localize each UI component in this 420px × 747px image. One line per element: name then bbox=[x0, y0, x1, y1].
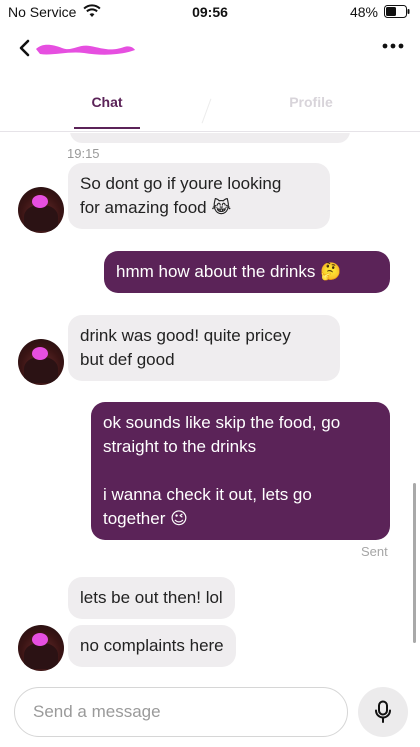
active-tab-indicator bbox=[74, 127, 140, 129]
microphone-button[interactable] bbox=[358, 687, 408, 737]
message-list[interactable]: 19:15 So dont go if youre looking for am… bbox=[0, 133, 420, 683]
tab-bar: Chat Profile bbox=[0, 76, 420, 132]
microphone-icon bbox=[375, 700, 391, 723]
message-composer bbox=[0, 683, 420, 747]
chat-header bbox=[0, 24, 420, 76]
message-timestamp: 19:15 bbox=[67, 146, 100, 161]
tab-profile[interactable]: Profile bbox=[278, 94, 344, 110]
status-bar: No Service 09:56 48% bbox=[0, 0, 420, 24]
scrollbar[interactable] bbox=[413, 483, 416, 643]
sent-status: Sent bbox=[361, 544, 388, 559]
incoming-message: no complaints here bbox=[68, 625, 236, 667]
contact-avatar[interactable] bbox=[18, 187, 64, 233]
tab-chat[interactable]: Chat bbox=[74, 94, 140, 110]
previous-message-bubble bbox=[70, 133, 350, 143]
message-input[interactable] bbox=[14, 687, 348, 737]
battery-icon bbox=[384, 5, 410, 18]
outgoing-message: hmm how about the drinks 🤔 bbox=[104, 251, 390, 293]
contact-avatar[interactable] bbox=[18, 625, 64, 671]
incoming-message: drink was good! quite pricey but def goo… bbox=[68, 315, 340, 381]
contact-name-redacted bbox=[32, 40, 138, 58]
incoming-message: lets be out then! lol bbox=[68, 577, 235, 619]
tab-divider bbox=[201, 98, 212, 124]
more-options-button[interactable] bbox=[380, 34, 406, 58]
more-horizontal-icon bbox=[382, 43, 404, 49]
outgoing-message: ok sounds like skip the food, go straigh… bbox=[91, 402, 390, 540]
chevron-left-icon bbox=[19, 39, 30, 57]
incoming-message: So dont go if youre looking for amazing … bbox=[68, 163, 330, 229]
contact-avatar[interactable] bbox=[18, 339, 64, 385]
battery-percent: 48% bbox=[349, 4, 378, 20]
